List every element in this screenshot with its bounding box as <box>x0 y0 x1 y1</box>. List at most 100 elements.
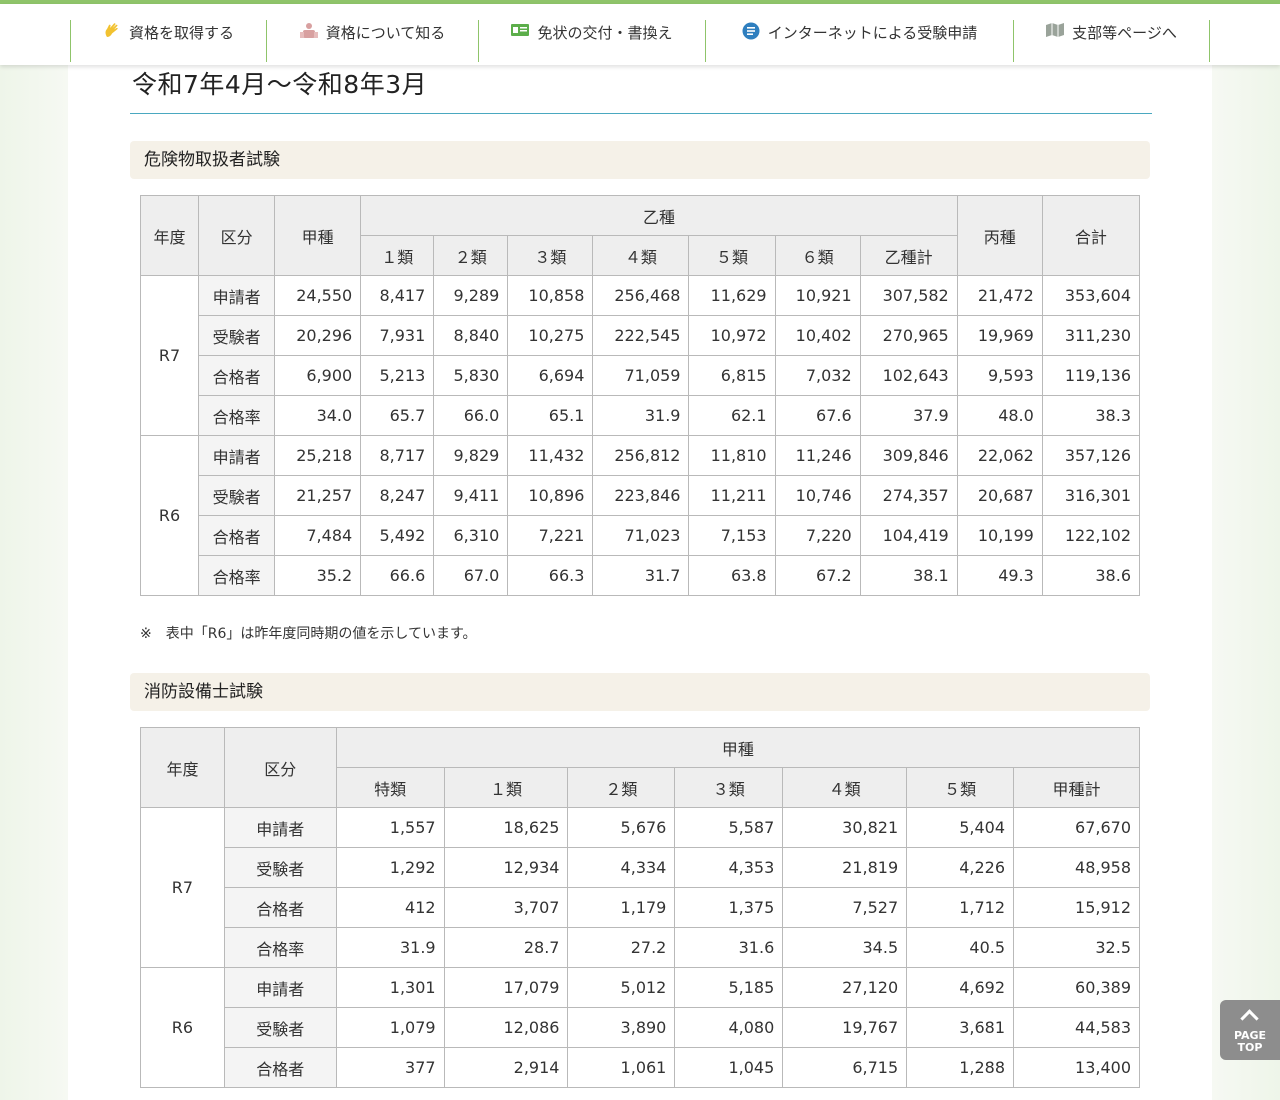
nav-divider <box>1209 20 1210 62</box>
person-group-icon <box>299 22 318 38</box>
value-cell: 119,136 <box>1041 355 1141 396</box>
value-cell: 48.0 <box>956 395 1043 436</box>
value-cell: 17,079 <box>443 967 569 1008</box>
value-cell: 9,829 <box>433 435 509 476</box>
value-cell: 48,958 <box>1013 847 1140 888</box>
year-cell: R6 <box>139 435 200 596</box>
nav-item-branch-pages[interactable]: 支部等ページへ <box>1013 20 1209 62</box>
value-cell: 5,185 <box>674 967 784 1008</box>
header-total: 合計 <box>1041 195 1141 276</box>
value-cell: 11,432 <box>507 435 594 476</box>
value-cell: 1,179 <box>567 887 676 928</box>
category-cell: 受験者 <box>198 315 276 356</box>
value-cell: 28.7 <box>443 927 569 968</box>
value-cell: 307,582 <box>859 275 958 316</box>
value-cell: 4,692 <box>906 967 1015 1008</box>
value-cell: 67.0 <box>433 555 509 596</box>
value-cell: 60,389 <box>1013 967 1140 1008</box>
category-cell: 申請者 <box>198 435 276 476</box>
year-cell: R7 <box>139 275 200 436</box>
value-cell: 7,220 <box>774 515 861 556</box>
value-cell: 31.7 <box>592 555 690 596</box>
header-class-1: １類 <box>443 767 569 808</box>
value-cell: 65.1 <box>507 395 594 436</box>
table-row: 合格率 31.9 28.7 27.2 31.6 34.5 40.5 32.5 <box>141 927 1140 968</box>
value-cell: 27.2 <box>567 927 676 968</box>
value-cell: 66.6 <box>360 555 435 596</box>
value-cell: 5,404 <box>906 807 1015 848</box>
value-cell: 1,288 <box>906 1047 1015 1088</box>
value-cell: 19,969 <box>956 315 1043 356</box>
page-top-button[interactable]: PAGE TOP <box>1220 1000 1280 1060</box>
table-row: R7 申請者 1,557 18,625 5,676 5,587 30,821 5,404 67,… <box>140 807 1140 968</box>
category-cell: 申請者 <box>198 275 276 316</box>
value-cell: 20,296 <box>274 315 362 356</box>
value-cell: 7,221 <box>507 515 594 556</box>
value-cell: 10,858 <box>507 275 594 316</box>
nav-item-about-license[interactable]: 資格について知る <box>266 20 478 62</box>
value-cell: 66.3 <box>507 555 594 596</box>
value-cell: 353,604 <box>1041 275 1141 316</box>
table-row: 合格者 7,484 5,492 6,310 7,221 71,023 7,153 7,220 1… <box>141 515 1141 556</box>
nav-item-license-issue[interactable]: 免状の交付・書換え <box>478 20 705 62</box>
page-title: 令和7年4月～令和8年3月 <box>130 71 1152 114</box>
value-cell: 37.9 <box>859 395 958 436</box>
value-cell: 62.1 <box>688 395 776 436</box>
value-cell: 311,230 <box>1041 315 1141 356</box>
value-cell: 1,079 <box>335 1007 445 1048</box>
value-cell: 34.0 <box>274 395 362 436</box>
table-row: 受験者 21,257 8,247 9,411 10,896 223,846 11,211 10… <box>141 475 1141 516</box>
value-cell: 71,059 <box>592 355 690 396</box>
header-year: 年度 <box>140 727 225 808</box>
value-cell: 316,301 <box>1041 475 1141 516</box>
table-row: 合格者 6,900 5,213 5,830 6,694 71,059 6,815 7,032 1… <box>141 355 1141 396</box>
table-row: 合格率 34.0 65.7 66.0 65.1 31.9 62.1 67.6 37.9 48.0 3… <box>141 395 1141 436</box>
internet-application-icon <box>742 22 760 40</box>
value-cell: 38.3 <box>1041 395 1141 436</box>
table-note: ※ 表中「R6」は昨年度同時期の値を示しています。 <box>140 626 477 642</box>
global-nav: 資格を取得する 資格について知る 免状の交付・書換え インターネットによる受験申… <box>0 4 1280 65</box>
value-cell: 21,257 <box>274 475 362 516</box>
value-cell: 32.5 <box>1013 927 1140 968</box>
header-class-2: ２類 <box>567 767 676 808</box>
header-otsu-class-5: ５類 <box>688 235 776 276</box>
value-cell: 122,102 <box>1041 515 1141 556</box>
value-cell: 3,681 <box>906 1007 1015 1048</box>
value-cell: 12,934 <box>443 847 569 888</box>
value-cell: 10,275 <box>507 315 594 356</box>
nav-item-obtain-license[interactable]: 資格を取得する <box>70 20 266 62</box>
value-cell: 222,545 <box>592 315 690 356</box>
value-cell: 44,583 <box>1013 1007 1140 1048</box>
table-row: R6 申請者 25,218 8,717 9,829 11,432 256,812 11,810… <box>139 435 1141 596</box>
value-cell: 9,411 <box>433 475 509 516</box>
value-cell: 256,468 <box>592 275 690 316</box>
header-class-5: ５類 <box>906 767 1015 808</box>
value-cell: 1,045 <box>674 1047 784 1088</box>
value-cell: 8,247 <box>360 475 435 516</box>
nav-item-internet-application[interactable]: インターネットによる受験申請 <box>705 20 1013 62</box>
value-cell: 18,625 <box>443 807 569 848</box>
value-cell: 7,931 <box>360 315 435 356</box>
value-cell: 5,676 <box>567 807 676 848</box>
page-top-label-2: TOP <box>1237 1041 1263 1054</box>
table-row: 合格者 412 3,707 1,179 1,375 7,527 1,712 15,912 <box>141 887 1140 928</box>
value-cell: 3,707 <box>443 887 569 928</box>
value-cell: 5,492 <box>360 515 435 556</box>
table-row: 合格者 377 2,914 1,061 1,045 6,715 1,288 13,400 <box>141 1047 1140 1088</box>
table-row: R7 申請者 24,550 8,417 9,289 10,858 256,468 11,629… <box>139 275 1141 436</box>
nav-label: 免状の交付・書換え <box>537 24 673 42</box>
value-cell: 67.6 <box>774 395 861 436</box>
nav-label: 資格を取得する <box>128 24 234 42</box>
value-cell: 5,012 <box>567 967 676 1008</box>
value-cell: 5,213 <box>360 355 435 396</box>
value-cell: 274,357 <box>859 475 958 516</box>
value-cell: 35.2 <box>274 555 362 596</box>
value-cell: 1,061 <box>567 1047 676 1088</box>
value-cell: 4,334 <box>567 847 676 888</box>
header-otsu-class-1: １類 <box>360 235 435 276</box>
value-cell: 15,912 <box>1013 887 1140 928</box>
value-cell: 4,080 <box>674 1007 784 1048</box>
value-cell: 31.9 <box>335 927 445 968</box>
value-cell: 1,301 <box>335 967 445 1008</box>
value-cell: 38.1 <box>859 555 958 596</box>
